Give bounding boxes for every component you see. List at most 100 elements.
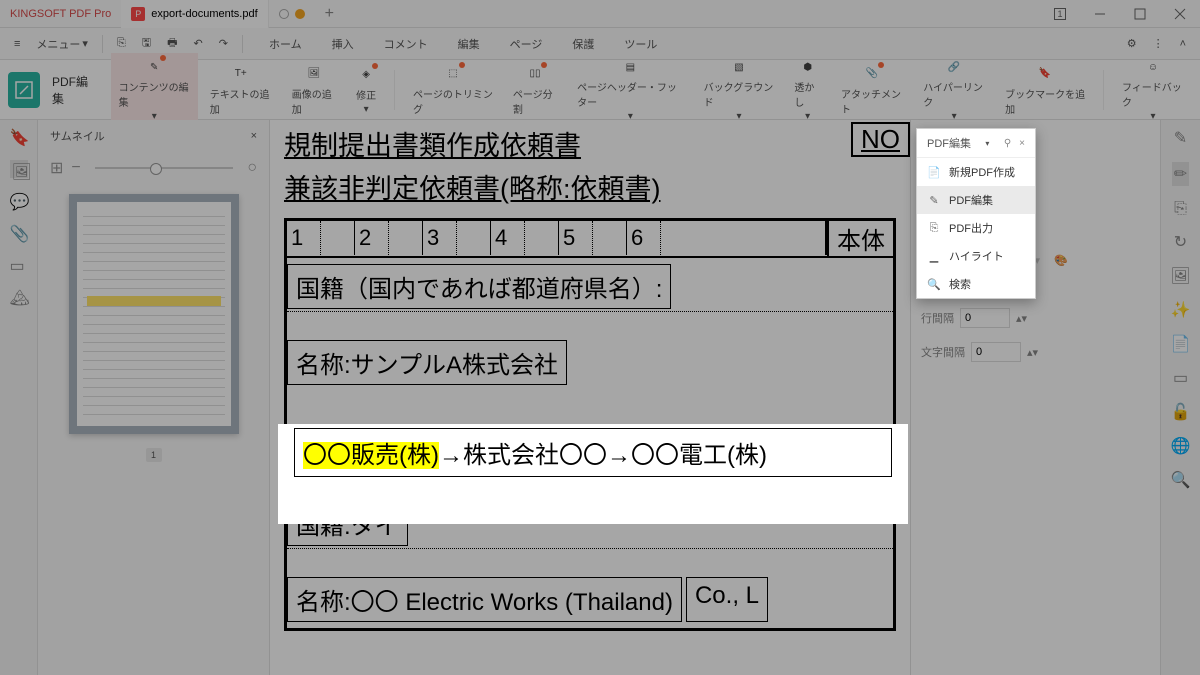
- highlight-span: 〇〇販売(株): [303, 442, 439, 469]
- menu-edit[interactable]: 編集: [452, 32, 486, 56]
- background-icon: ▧: [729, 57, 749, 77]
- menu-dropdown[interactable]: メニュー ▾: [30, 32, 94, 56]
- pdf-edit-label: PDF編集: [52, 73, 95, 107]
- attachment-button[interactable]: 📎 アタッチメント: [833, 60, 911, 120]
- ctx-item-search[interactable]: 🔍 検索: [917, 270, 1035, 298]
- thumbnail-page-number: 1: [146, 448, 162, 462]
- rr-edit-icon[interactable]: ✏: [1172, 162, 1189, 186]
- font-color-icon[interactable]: 🎨: [1054, 254, 1068, 267]
- highlighted-edit-region[interactable]: 〇〇販売(株)→株式会社〇〇→〇〇電工(株): [278, 424, 908, 524]
- ctx-item-export-pdf[interactable]: ⎘ PDF出力: [917, 214, 1035, 242]
- menu-tool[interactable]: ツール: [618, 32, 663, 56]
- document-viewport[interactable]: 規制提出書類作成依頼書 兼該非判定依頼書(略称:依頼書) NO 1 2 3 4 …: [270, 120, 910, 675]
- edit-icon: ✎: [927, 193, 941, 207]
- thumbnail-rail-icon[interactable]: 🖼: [10, 160, 28, 178]
- watermark-button[interactable]: ⬢ 透かし ▾: [786, 53, 829, 126]
- zoom-out-icon[interactable]: −: [71, 159, 80, 177]
- menu-protect[interactable]: 保護: [566, 32, 600, 56]
- split-button[interactable]: ▯▯ ページ分割: [505, 60, 565, 120]
- rr-scan-icon[interactable]: 📄: [1171, 334, 1191, 354]
- document-name: export-documents.pdf: [151, 8, 257, 20]
- menu-page[interactable]: ページ: [504, 32, 549, 56]
- hamburger-icon[interactable]: ≡: [8, 34, 26, 54]
- rr-lock-icon[interactable]: 🔓: [1171, 402, 1191, 422]
- doc-no: NO: [851, 122, 910, 157]
- left-rail: 🔖 🖼 💬 📎 ▭ 🏔: [0, 120, 38, 675]
- char-spacing-input[interactable]: [971, 342, 1021, 362]
- ribbon: PDF編集 ✎ コンテンツの編集 ▾ T+ テキストの追加 🖼 画像の追加 ◈ …: [0, 60, 1200, 120]
- bookmark-rail-icon[interactable]: 🔖: [10, 128, 28, 146]
- rr-lang-icon[interactable]: 🌐: [1171, 436, 1191, 456]
- nationality-box: 国籍（国内であれば都道府県名）:: [287, 264, 671, 309]
- comment-rail-icon[interactable]: 💬: [10, 192, 28, 210]
- close-button[interactable]: [1160, 0, 1200, 28]
- ctx-item-highlight[interactable]: ▁ ハイライト: [917, 242, 1035, 270]
- rr-pen-icon[interactable]: ✎: [1174, 128, 1187, 148]
- background-button[interactable]: ▧ バックグラウンド ▾: [696, 53, 783, 126]
- menu-home[interactable]: ホーム: [263, 32, 308, 56]
- hyperlink-button[interactable]: 🔗 ハイパーリンク ▾: [915, 53, 993, 126]
- fix-button[interactable]: ◈ 修正 ▾: [348, 61, 384, 119]
- sidebar-close-icon[interactable]: ×: [251, 130, 257, 142]
- char-spacing-row: 文字間隔 ▴▾: [921, 342, 1150, 362]
- line-spacing-input[interactable]: [960, 308, 1010, 328]
- more-icon[interactable]: ⋮: [1147, 33, 1170, 54]
- ctx-pin-icon[interactable]: ⚲: [1004, 138, 1011, 149]
- menu-insert[interactable]: 挿入: [326, 32, 360, 56]
- undo-icon[interactable]: ↶: [188, 33, 209, 54]
- status-circle-modified: [295, 9, 305, 19]
- ctx-item-edit-pdf[interactable]: ✎ PDF編集: [917, 186, 1035, 214]
- highlighted-text-box[interactable]: 〇〇販売(株)→株式会社〇〇→〇〇電工(株): [294, 428, 892, 477]
- bookmark-icon: 🔖: [1035, 64, 1055, 84]
- feedback-icon: ☺: [1143, 57, 1163, 77]
- rr-highlight-icon[interactable]: ✨: [1171, 300, 1191, 320]
- feedback-button[interactable]: ☺ フィードバック ▾: [1114, 53, 1192, 126]
- window-mode[interactable]: 1: [1040, 0, 1080, 28]
- num-cell: [321, 221, 355, 255]
- zoom-in-icon[interactable]: ○: [247, 159, 257, 177]
- page-thumbnail[interactable]: [69, 194, 239, 434]
- image-rail-icon[interactable]: 🏔: [10, 288, 28, 306]
- document-tab[interactable]: P export-documents.pdf: [121, 0, 268, 28]
- rr-search-icon[interactable]: 🔍: [1171, 470, 1191, 490]
- zoom-slider[interactable]: [95, 167, 234, 169]
- content-edit-button[interactable]: ✎ コンテンツの編集 ▾: [111, 53, 198, 126]
- rr-img-icon[interactable]: 🖼: [1170, 266, 1190, 286]
- add-image-button[interactable]: 🖼 画像の追加: [284, 60, 344, 120]
- title-bar: KINGSOFT PDF Pro P export-documents.pdf …: [0, 0, 1200, 28]
- doc-title-1: 規制提出書類作成依頼書: [284, 124, 896, 163]
- num-cell: 4: [491, 221, 525, 255]
- ctx-item-new-pdf[interactable]: 📄 新規PDF作成: [917, 158, 1035, 186]
- header-footer-button[interactable]: ▤ ページヘッダー・フッター ▾: [569, 53, 691, 126]
- header-footer-icon: ▤: [620, 57, 640, 77]
- new-tab-button[interactable]: +: [315, 5, 344, 23]
- attach-rail-icon[interactable]: 📎: [10, 224, 28, 242]
- export-icon: ⎘: [927, 221, 941, 235]
- num-cell: [593, 221, 627, 255]
- bookmark-button[interactable]: 🔖 ブックマークを追加: [997, 60, 1093, 120]
- settings-icon[interactable]: ⚙: [1121, 33, 1143, 54]
- file-icon: 📄: [927, 165, 941, 179]
- content-edit-icon: ✎: [144, 57, 164, 77]
- field-rail-icon[interactable]: ▭: [10, 256, 28, 274]
- add-text-button[interactable]: T+ テキストの追加: [202, 60, 280, 120]
- open-icon[interactable]: ⎘: [111, 33, 132, 54]
- collapse-icon[interactable]: ˄: [1174, 34, 1192, 54]
- redo-icon[interactable]: ↷: [213, 33, 234, 54]
- num-cell: [457, 221, 491, 255]
- rr-convert-icon[interactable]: ↻: [1174, 232, 1187, 252]
- trim-button[interactable]: ⬚ ページのトリミング: [405, 60, 501, 120]
- sidebar-grid-icon[interactable]: ⊞: [50, 158, 63, 178]
- num-cell: [389, 221, 423, 255]
- rr-export-icon[interactable]: ⎘: [1174, 200, 1187, 218]
- stepper-icon[interactable]: ▴▾: [1016, 312, 1027, 325]
- menu-comment[interactable]: コメント: [378, 32, 434, 56]
- trim-icon: ⬚: [443, 64, 463, 84]
- hontai-cell: 本体: [827, 221, 893, 256]
- rr-form-icon[interactable]: ▭: [1173, 368, 1188, 388]
- minimize-button[interactable]: [1080, 0, 1120, 28]
- maximize-button[interactable]: [1120, 0, 1160, 28]
- stepper-icon[interactable]: ▴▾: [1027, 346, 1038, 359]
- name1-row: 名称:サンプルA株式会社: [287, 334, 893, 391]
- ctx-close-icon[interactable]: ×: [1019, 138, 1025, 149]
